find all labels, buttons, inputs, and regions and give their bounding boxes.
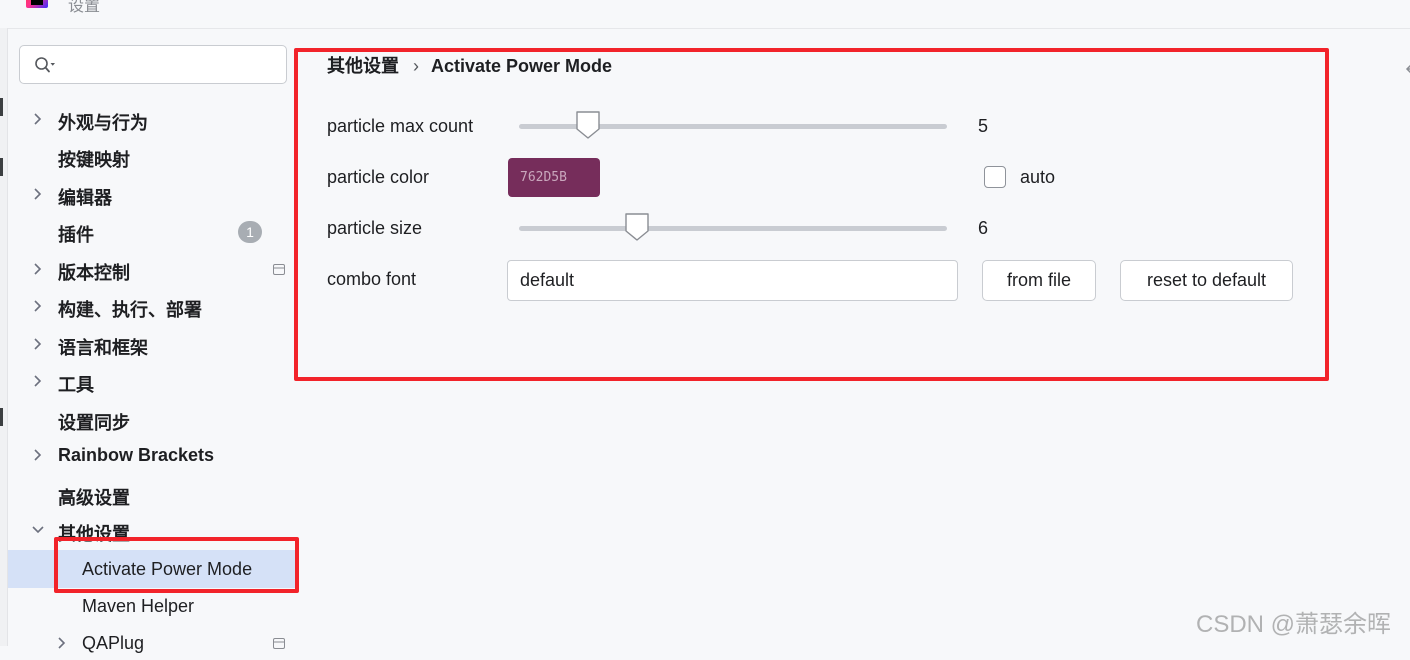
sidebar-item-label: 插件 [58, 225, 94, 245]
edge-marker [0, 408, 3, 426]
sidebar-item-qaplug[interactable]: QAPlug [8, 626, 298, 660]
sidebar-item-label: 语言和框架 [58, 338, 148, 358]
sidebar-item-label: 工具 [58, 375, 94, 395]
sidebar-item-label: Maven Helper [82, 596, 195, 616]
chevron-right-icon[interactable] [32, 262, 44, 276]
window-title: 设置 [68, 0, 101, 15]
database-icon [273, 264, 285, 275]
chevron-right-icon[interactable] [56, 636, 68, 650]
sidebar-item-label: 外观与行为 [58, 113, 148, 133]
particle-color-swatch[interactable]: 762D5B [508, 158, 600, 197]
chevron-right-icon[interactable] [32, 187, 44, 201]
sidebar-item-label: Rainbow Brackets [58, 445, 215, 465]
edge-marker [0, 158, 3, 176]
sidebar-item-label: 设置同步 [58, 413, 130, 433]
sidebar-item-tools[interactable]: 工具 [8, 364, 298, 398]
database-icon [273, 638, 285, 649]
chevron-right-icon[interactable] [32, 448, 44, 462]
particle-max-count-label: particle max count [327, 116, 474, 136]
breadcrumb-current: Activate Power Mode [431, 56, 613, 76]
chevron-right-icon[interactable] [32, 374, 44, 388]
sidebar-item-keymap[interactable]: 按键映射 [8, 139, 298, 173]
sidebar-item-plugins[interactable]: 插件 1 [8, 214, 298, 248]
search-input[interactable] [64, 52, 278, 78]
combo-font-label: combo font [327, 269, 417, 289]
breadcrumb-parent[interactable]: 其他设置 [327, 56, 399, 76]
title-bar: 设置 [0, 0, 1410, 29]
sidebar-item-label: 高级设置 [58, 488, 130, 508]
settings-content-panel: 其他设置 › Activate Power Mode particle max co… [298, 28, 1410, 646]
chevron-right-icon[interactable] [32, 337, 44, 351]
particle-size-slider[interactable] [519, 213, 947, 241]
reset-to-default-button[interactable]: reset to default [1120, 260, 1293, 301]
sidebar-item-label: 按键映射 [58, 150, 130, 170]
search-icon[interactable] [34, 56, 56, 74]
sidebar-item-version-control[interactable]: 版本控制 [8, 252, 298, 286]
auto-checkbox-label[interactable]: auto [1020, 167, 1055, 188]
chevron-right-icon[interactable] [32, 299, 44, 313]
breadcrumb-separator: › [413, 56, 419, 76]
sidebar-item-rainbow-brackets[interactable]: Rainbow Brackets [8, 438, 298, 472]
particle-size-label: particle size [327, 218, 423, 238]
from-file-button[interactable]: from file [982, 260, 1096, 301]
slider-thumb[interactable] [575, 110, 601, 140]
sidebar-item-activate-power-mode[interactable]: Activate Power Mode [8, 550, 298, 588]
sidebar-item-settings-sync[interactable]: 设置同步 [8, 402, 298, 436]
chevron-down-icon[interactable] [32, 523, 44, 537]
sidebar-item-label: 其他设置 [58, 524, 130, 544]
back-arrow-icon[interactable] [1404, 62, 1410, 76]
watermark: CSDN @萧瑟余晖 [1196, 611, 1392, 638]
sidebar-item-appearance[interactable]: 外观与行为 [8, 102, 298, 136]
update-count-badge: 1 [238, 221, 262, 243]
slider-thumb[interactable] [624, 212, 650, 242]
particle-size-value: 6 [978, 218, 989, 238]
search-box[interactable] [19, 45, 287, 84]
combo-font-field[interactable] [507, 260, 958, 301]
breadcrumb: 其他设置 › Activate Power Mode [327, 52, 612, 78]
intellij-idea-logo [26, 0, 48, 8]
sidebar-item-advanced-settings[interactable]: 高级设置 [8, 477, 298, 511]
sidebar-item-build[interactable]: 构建、执行、部署 [8, 289, 298, 323]
sidebar-item-other-settings[interactable]: 其他设置 [8, 513, 298, 547]
particle-color-label: particle color [327, 167, 430, 187]
sidebar-item-label: 版本控制 [58, 263, 130, 283]
sidebar-item-maven-helper[interactable]: Maven Helper [8, 589, 298, 623]
auto-checkbox[interactable] [984, 166, 1006, 188]
edge-marker [0, 98, 3, 116]
particle-max-count-value: 5 [978, 116, 989, 136]
sidebar-item-languages[interactable]: 语言和框架 [8, 327, 298, 361]
sidebar-item-label: 编辑器 [58, 188, 112, 208]
chevron-right-icon[interactable] [32, 112, 44, 126]
particle-max-count-slider[interactable] [519, 111, 947, 139]
sidebar-item-label: 构建、执行、部署 [58, 300, 202, 320]
sidebar-item-editor[interactable]: 编辑器 [8, 177, 298, 211]
sidebar-item-label: QAPlug [82, 633, 145, 653]
left-edge-strip [0, 28, 8, 646]
sidebar-item-label: Activate Power Mode [82, 559, 253, 579]
settings-sidebar: 外观与行为 按键映射 编辑器 插件 1 版本控制 构建、执行、部署 语言和框架 … [8, 28, 298, 653]
